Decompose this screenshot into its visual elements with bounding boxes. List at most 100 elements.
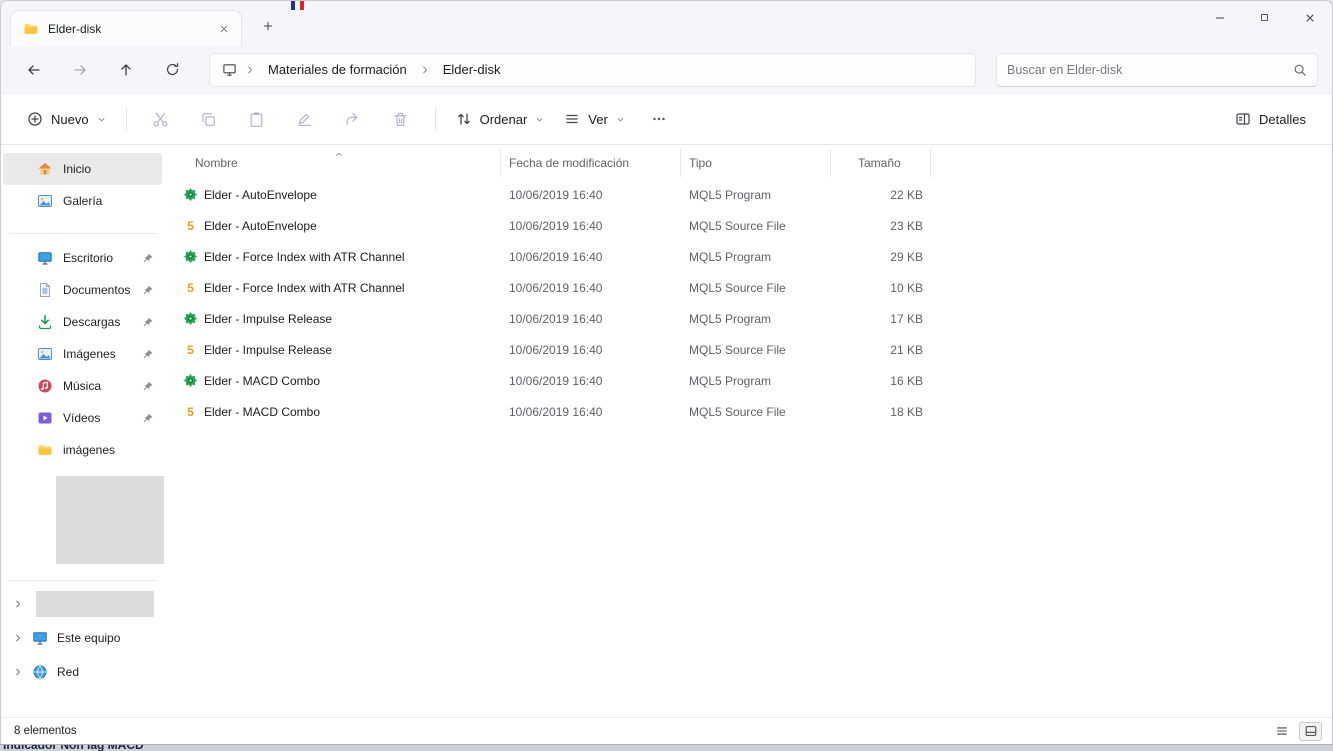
file-row[interactable]: Elder - Force Index with ATR Channel 10/… [178,241,1332,272]
sidebar-item[interactable]: Descargas [3,306,162,338]
sidebar-tree-item[interactable]: Red [3,657,162,687]
column-header-fecha[interactable]: Fecha de modificación [501,149,681,177]
sidebar-item-icon [32,630,48,646]
sidebar-item[interactable]: Imágenes [3,338,162,370]
toolbar-separator [125,108,127,130]
column-header-tipo[interactable]: Tipo [681,149,831,177]
sidebar-item-label: Descargas [63,315,121,329]
minimize-button[interactable] [1197,1,1242,34]
sidebar-item[interactable]: Escritorio [3,242,162,274]
sidebar-item-icon [32,664,48,680]
share-button[interactable] [333,102,373,136]
column-header-nombre[interactable]: Nombre [178,149,501,177]
chevron-right-icon [13,599,23,609]
sidebar-item-icon [37,378,53,394]
paste-button[interactable] [237,102,277,136]
file-type-icon [183,187,198,202]
new-button[interactable]: Nuevo [17,102,116,136]
sidebar-separator [9,233,156,234]
file-size: 23 KB [890,218,923,233]
tab-elder-disk[interactable]: Elder-disk [10,10,242,46]
file-name: Elder - Impulse Release [204,342,333,357]
details-panel-icon [1235,111,1251,127]
sidebar-item[interactable]: Documentos [3,274,162,306]
sidebar-item-label: Documentos [63,283,131,297]
breadcrumb-elder-disk[interactable]: Elder-disk [438,59,506,80]
tab-close-button[interactable] [215,20,233,38]
close-button[interactable] [1287,1,1332,34]
sidebar-item-icon [37,161,53,177]
new-tab-button[interactable] [258,16,278,36]
file-size: 29 KB [890,249,923,264]
file-row[interactable]: Elder - Force Index with ATR Channel 10/… [178,272,1332,303]
cut-button[interactable] [141,102,181,136]
file-type: MQL5 Program [689,187,772,202]
column-header-tamano[interactable]: Tamaño [831,149,931,177]
sort-button-label: Ordenar [479,111,528,127]
sidebar-item[interactable]: Vídeos [3,402,162,434]
file-type-icon [183,342,198,357]
search-input[interactable] [1007,62,1293,77]
up-button[interactable] [107,53,145,87]
maximize-button[interactable] [1242,1,1287,34]
file-size: 22 KB [890,187,923,202]
sidebar-item-label: Red [57,665,80,679]
rename-button[interactable] [285,102,325,136]
file-row[interactable]: Elder - AutoEnvelope 10/06/2019 16:40 MQ… [178,179,1332,210]
rename-icon [296,111,313,128]
file-date-modified: 10/06/2019 16:40 [509,311,603,326]
file-name: Elder - MACD Combo [204,373,321,388]
navigation-bar: Materiales de formación Elder-disk [1,46,1332,93]
sort-button[interactable]: Ordenar [446,102,555,136]
redacted-tree-item[interactable] [3,589,162,619]
thumbnail-view-icon [1304,724,1318,738]
file-type: MQL5 Source File [689,342,786,357]
file-row[interactable]: Elder - AutoEnvelope 10/06/2019 16:40 MQ… [178,210,1332,241]
list-view-icon [1275,724,1289,738]
column-header-label: Tipo [689,156,712,170]
tab-bar: Elder-disk [1,1,1332,46]
more-options-button[interactable] [639,102,679,136]
item-count: 8 elementos [14,725,77,737]
thumbnail-view-button[interactable] [1299,721,1322,741]
sidebar-separator [9,580,156,581]
folder-icon [23,21,39,37]
new-button-label: Nuevo [51,111,89,127]
sidebar-item[interactable]: Música [3,370,162,402]
sidebar-tree-item[interactable]: Este equipo [3,623,162,653]
breadcrumb-materiales-de-formacion[interactable]: Materiales de formación [263,59,412,80]
copy-button[interactable] [189,102,229,136]
sidebar-item-label: imágenes [63,443,116,457]
file-name: Elder - Impulse Release [204,311,333,326]
view-toggle-group [1270,721,1322,741]
share-icon [344,111,361,128]
delete-button[interactable] [381,102,421,136]
view-button[interactable]: Ver [554,102,635,136]
details-view-button[interactable] [1270,722,1293,741]
forward-button[interactable] [61,53,99,87]
file-row[interactable]: Elder - MACD Combo 10/06/2019 16:40 MQL5… [178,396,1332,427]
file-row[interactable]: Elder - MACD Combo 10/06/2019 16:40 MQL5… [178,365,1332,396]
command-bar: Nuevo Ordenar Ver Detalles [1,93,1332,145]
chevron-right-icon [13,633,23,643]
file-date-modified: 10/06/2019 16:40 [509,373,603,388]
chevron-right-icon [245,65,255,75]
background-window-text: Indicador Non lag MACD [3,744,144,751]
details-pane-button[interactable]: Detalles [1225,102,1316,136]
background-flag-icon [291,1,304,10]
sidebar-item-icon [37,193,53,209]
file-row[interactable]: Elder - Impulse Release 10/06/2019 16:40… [178,334,1332,365]
file-row[interactable]: Elder - Impulse Release 10/06/2019 16:40… [178,303,1332,334]
refresh-button[interactable] [153,53,191,87]
back-button[interactable] [15,53,53,87]
column-header-label: Tamaño [858,156,901,170]
file-name: Elder - AutoEnvelope [204,187,317,202]
chevron-down-icon [616,115,625,124]
sidebar-item[interactable]: Inicio [3,153,162,185]
file-date-modified: 10/06/2019 16:40 [509,404,603,419]
address-bar[interactable]: Materiales de formación Elder-disk [209,52,976,87]
sidebar-item[interactable]: Galería [3,185,162,217]
pin-icon [142,252,154,264]
file-list-area: Nombre Fecha de modificación Tipo Tamaño… [164,145,1332,717]
sidebar-item[interactable]: imágenes [3,434,162,466]
